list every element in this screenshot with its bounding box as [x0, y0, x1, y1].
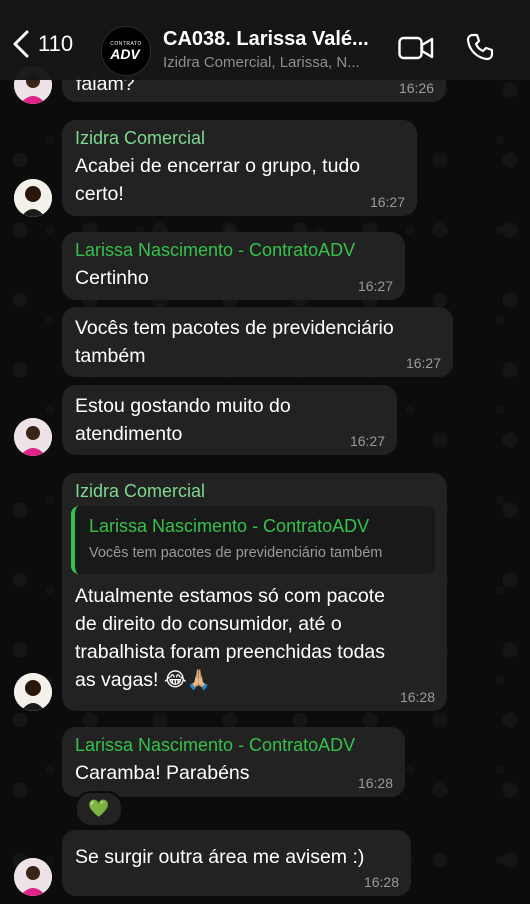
chevron-left-icon	[13, 30, 29, 58]
chat-info[interactable]: CA038. Larissa Valé... Izidra Comercial,…	[163, 28, 388, 71]
logo-text-main: ADV	[110, 46, 140, 62]
message-time: 16:27	[405, 355, 441, 371]
back-button[interactable]: 110	[12, 30, 73, 58]
message-bubble[interactable]: Larissa Nascimento - ContratoADV Caramba…	[62, 727, 405, 797]
avatar-larissa[interactable]	[14, 418, 52, 456]
avatar-izidra[interactable]	[14, 673, 52, 711]
unread-count: 110	[38, 31, 74, 56]
message-sender[interactable]: Larissa Nascimento - ContratoADV	[75, 239, 393, 261]
message-bubble[interactable]: Izidra Comercial Acabei de encerrar o gr…	[62, 120, 417, 216]
voice-call-icon[interactable]	[466, 33, 494, 61]
message-text: Caramba! Parabéns	[75, 762, 250, 784]
chat-header: 110 CONTRATO ADV CA038. Larissa Valé... …	[0, 0, 530, 80]
message-time: 16:28	[363, 874, 399, 890]
video-call-icon[interactable]	[398, 36, 434, 60]
message-text: Se surgir outra área me avisem :)	[75, 846, 365, 868]
message-text: Certinho	[75, 267, 149, 289]
reaction-badge[interactable]: 💚	[75, 791, 123, 827]
message-time: 16:28	[357, 775, 393, 791]
message-sender[interactable]: Izidra Comercial	[75, 127, 405, 149]
green-heart-icon: 💚	[88, 799, 110, 818]
message-text: Vocês tem pacotes de previdenciário tamb…	[75, 317, 394, 367]
avatar-larissa[interactable]	[14, 858, 52, 896]
message-bubble[interactable]: Izidra Comercial Larissa Nascimento - Co…	[62, 473, 447, 711]
quoted-text: Vocês tem pacotes de previdenciário tamb…	[89, 545, 383, 561]
message-time: 16:27	[369, 194, 405, 210]
quoted-message[interactable]: Larissa Nascimento - ContratoADV Vocês t…	[71, 506, 435, 574]
message-time: 16:27	[349, 433, 385, 449]
message-time: 16:27	[357, 278, 393, 294]
message-bubble[interactable]: Estou gostando muito do atendimento 16:2…	[62, 385, 397, 455]
message-time: 16:28	[399, 689, 435, 705]
message-bubble[interactable]: Se surgir outra área me avisem :) 16:28	[62, 830, 411, 896]
group-avatar[interactable]: CONTRATO ADV	[101, 26, 151, 76]
message-text: Acabei de encerrar o grupo, tudo certo!	[75, 155, 361, 205]
message-bubble[interactable]: Vocês tem pacotes de previdenciário tamb…	[62, 307, 453, 377]
chat-participants: Izidra Comercial, Larissa, N...	[163, 54, 360, 71]
message-bubble[interactable]: Larissa Nascimento - ContratoADV Certinh…	[62, 232, 405, 300]
quoted-sender: Larissa Nascimento - ContratoADV	[89, 516, 370, 536]
chat-title: CA038. Larissa Valé...	[163, 28, 369, 50]
message-sender[interactable]: Larissa Nascimento - ContratoADV	[75, 734, 393, 756]
message-text: Estou gostando muito do atendimento	[75, 395, 291, 445]
avatar-izidra[interactable]	[14, 179, 52, 217]
chat-screen: falam? 16:26 Izidra Comercial Acabei de …	[0, 0, 530, 904]
message-text: Atualmente estamos só com pacote de dire…	[75, 585, 386, 691]
message-sender[interactable]: Izidra Comercial	[75, 480, 435, 502]
message-time: 16:26	[398, 80, 434, 96]
